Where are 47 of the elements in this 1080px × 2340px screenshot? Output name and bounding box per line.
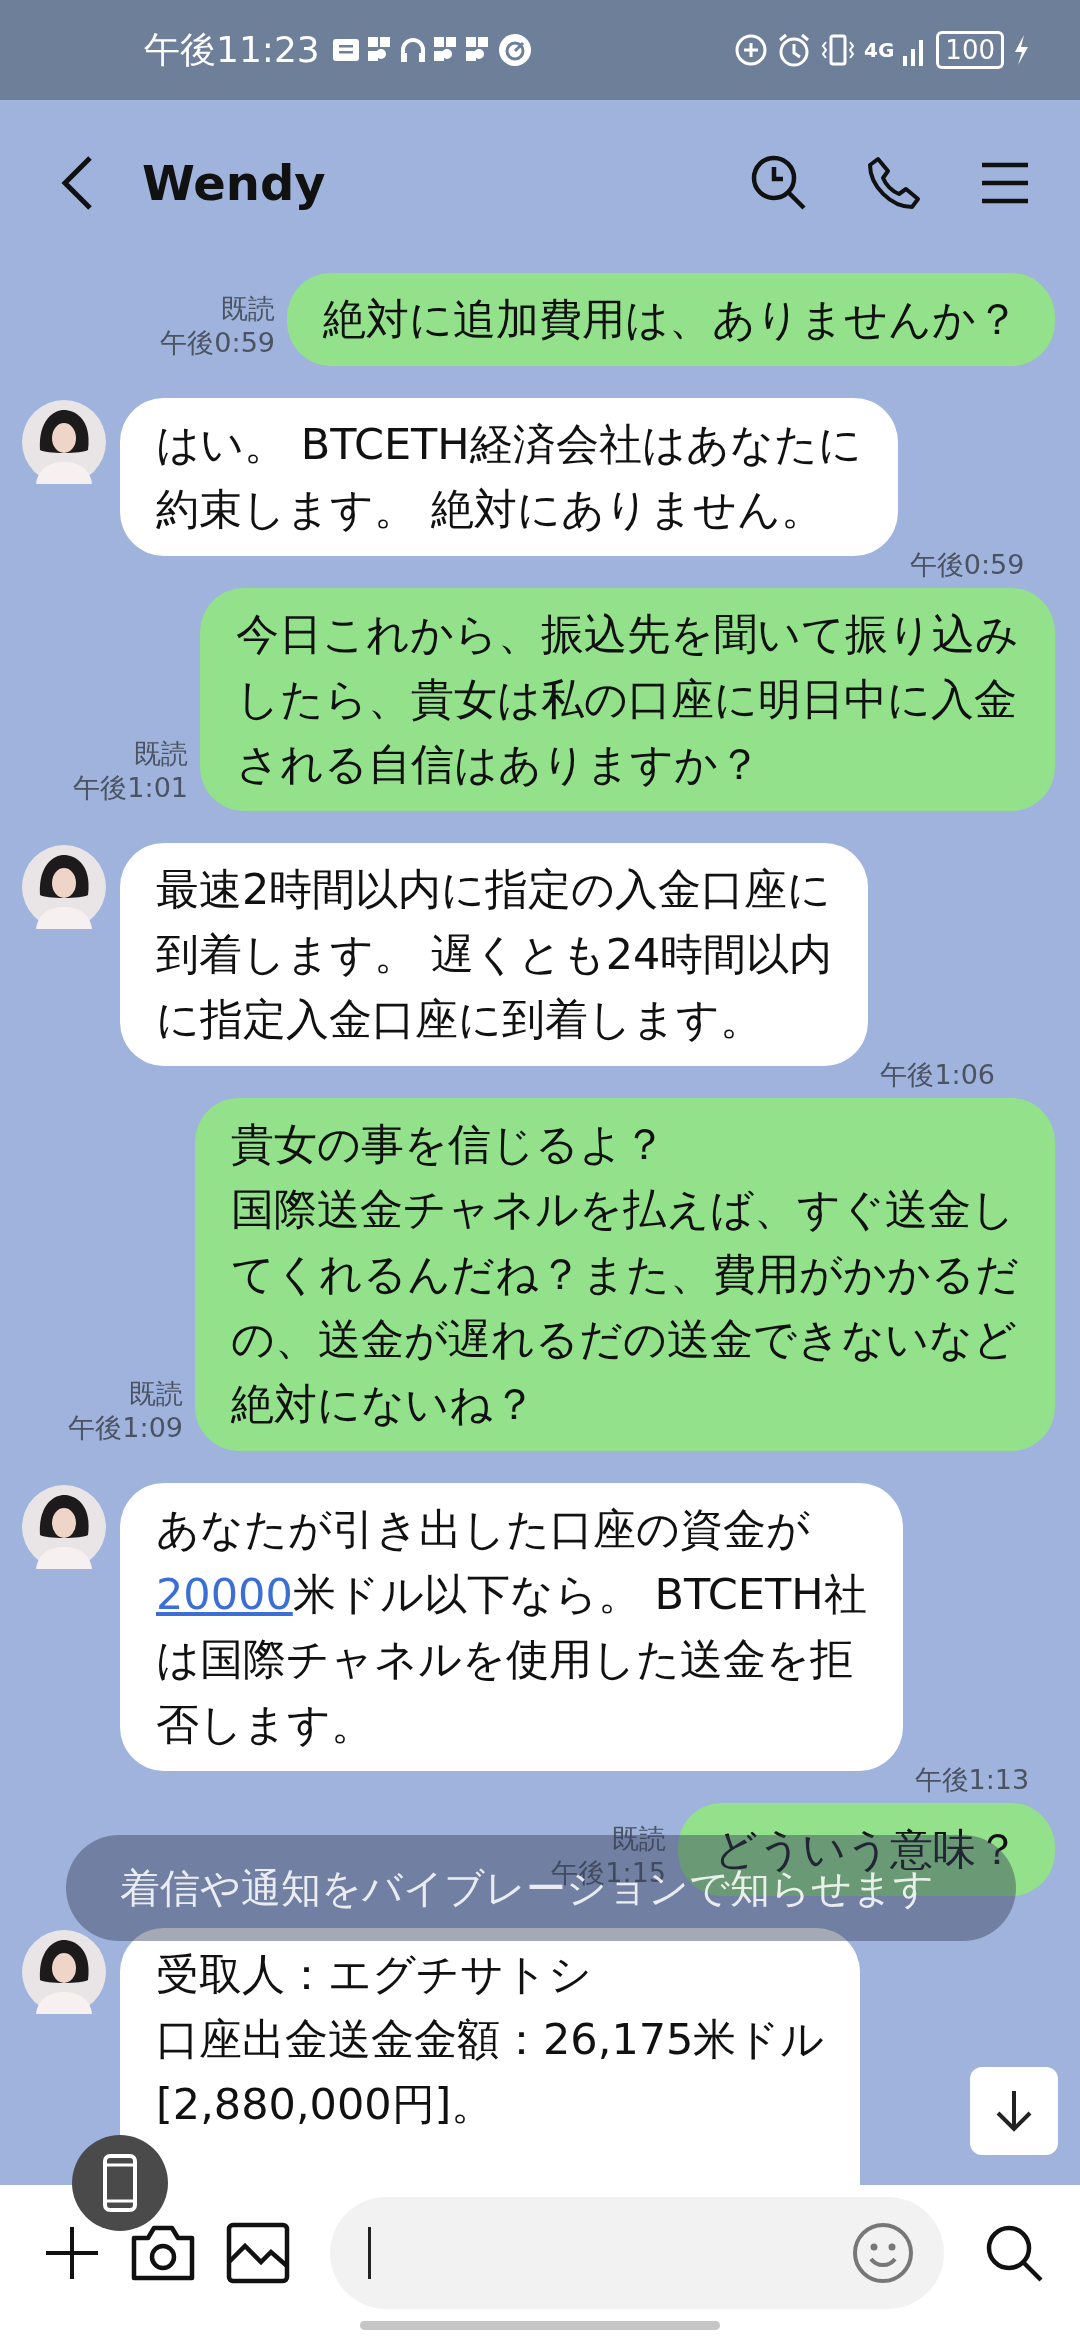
- phone-icon[interactable]: [866, 154, 922, 211]
- message-bubble: 最速2時間以内に指定の入金口座に 到着します。 遅くとも24時間以内 に指定入金口座に到着します。: [120, 843, 869, 1066]
- avatar[interactable]: [22, 1930, 106, 2014]
- speedometer-icon: [497, 33, 532, 67]
- down-arrow-icon: [994, 2089, 1034, 2133]
- message-bubble: 受取人：エグチサトシ 口座出金送金金額：26,175米ドル [2,880,000円]。: [120, 1928, 861, 2185]
- vibrate-icon: [820, 32, 856, 68]
- message-bubble: 絶対に追加費用は、ありませんか？: [287, 273, 1055, 366]
- message-bubble: 貴女の事を信じるよ？ 国際送金チャネルを払えば、すぐ送金し てくれるんだね？また、費用がかかるだ の、送金が遅れるだの送金できないなど 絶対にないね？: [195, 1098, 1055, 1451]
- message-time: 午後0:59: [160, 326, 275, 360]
- message-bubble: あなたが引き出した口座の資金が 20000米ドル以下なら。 BTCETH社 は国際チャネルを使用した送金を拒 否します。: [120, 1483, 903, 1771]
- chat-title: Wendy: [142, 154, 326, 211]
- charging-icon: [1012, 33, 1030, 67]
- message-bubble: 今日これから、振込先を聞いて振り込み したら、貴女は私の口座に明日中に入金 される自信はありますか？: [200, 588, 1055, 811]
- menu-icon[interactable]: [980, 160, 1030, 205]
- avatar[interactable]: [22, 845, 106, 929]
- battery-level: 100: [936, 31, 1004, 69]
- message-time: 午後1:06: [880, 1058, 996, 1092]
- message-bubble: はい。 BTCETH経済会社はあなたに 約束します。 絶対にありません。: [120, 398, 898, 556]
- network-label: 4G: [864, 38, 895, 62]
- scroll-down-button[interactable]: [970, 2067, 1058, 2155]
- read-receipt: 既読: [134, 737, 188, 771]
- avatar[interactable]: [22, 400, 106, 484]
- image-icon[interactable]: [226, 2221, 290, 2284]
- message-time: 午後1:09: [68, 1411, 183, 1445]
- smartphone-icon: [102, 2153, 138, 2213]
- clock-time: 午後11:23: [144, 27, 320, 72]
- avatar[interactable]: [22, 1485, 106, 1569]
- alarm-icon: [776, 32, 812, 68]
- plus-icon[interactable]: [44, 2224, 100, 2281]
- message-time: 午後1:13: [914, 1763, 1030, 1797]
- message-time: 午後1:01: [73, 771, 188, 805]
- back-icon[interactable]: [60, 154, 94, 211]
- app-notification-icon: [367, 37, 392, 63]
- read-receipt: 既読: [221, 292, 275, 326]
- link[interactable]: 20000: [156, 1569, 293, 1619]
- app-notification-icon: [465, 37, 490, 63]
- message-time: 午後0:59: [909, 548, 1025, 582]
- camera-icon[interactable]: [130, 2223, 196, 2282]
- add-circle-icon: [734, 33, 768, 67]
- search-icon[interactable]: [750, 153, 808, 212]
- read-receipt: 既読: [612, 1822, 666, 1856]
- emoji-icon[interactable]: [852, 2221, 914, 2284]
- message-icon: [331, 38, 360, 62]
- app-notification-icon: [433, 37, 458, 63]
- headphones-icon: [399, 37, 426, 63]
- read-receipt: 既読: [129, 1377, 183, 1411]
